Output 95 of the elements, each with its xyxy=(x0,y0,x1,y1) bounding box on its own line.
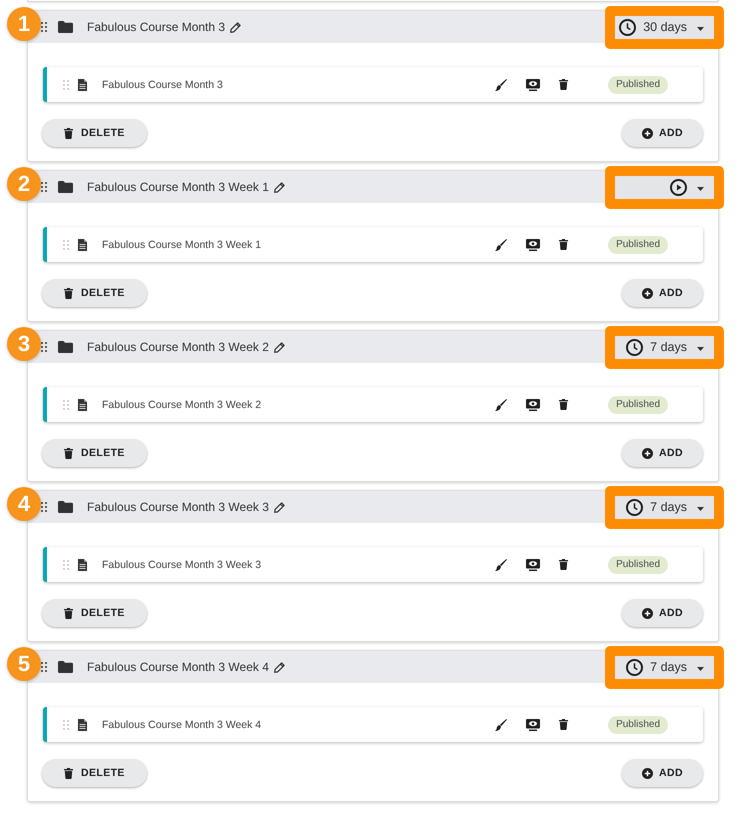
lesson-title: Fabulous Course Month 3 xyxy=(102,78,223,90)
folder-icon xyxy=(58,661,73,673)
pencil-icon[interactable] xyxy=(274,662,285,672)
duration-select[interactable]: 7 days xyxy=(615,336,714,358)
drag-handle-icon[interactable] xyxy=(63,240,69,250)
drag-handle-icon[interactable] xyxy=(63,400,69,410)
plus-circle-icon xyxy=(642,768,654,778)
folder-icon xyxy=(58,501,73,513)
trash-icon[interactable] xyxy=(559,559,568,570)
drag-handle-icon[interactable] xyxy=(63,80,69,90)
status-badge: Published xyxy=(608,556,668,574)
duration-select[interactable]: 7 days xyxy=(615,496,714,518)
monitor-eye-icon[interactable] xyxy=(526,78,540,90)
trash-icon[interactable] xyxy=(559,79,568,90)
callout-number: 3 xyxy=(7,327,41,361)
drag-handle-icon[interactable] xyxy=(41,662,47,672)
trash-icon xyxy=(64,608,73,618)
module-title: Fabulous Course Month 3 xyxy=(87,20,226,34)
trash-icon xyxy=(64,128,73,138)
folder-icon xyxy=(58,181,73,193)
play-circle-icon xyxy=(670,178,687,196)
plus-circle-icon xyxy=(642,608,654,618)
add-button[interactable]: ADD xyxy=(622,279,703,307)
callout-number: 4 xyxy=(7,487,41,521)
trash-icon xyxy=(64,768,73,778)
caret-icon xyxy=(697,666,704,670)
plus-circle-icon xyxy=(642,288,654,298)
lesson-title: Fabulous Course Month 3 Week 2 xyxy=(102,398,262,410)
module-title: Fabulous Course Month 3 Week 1 xyxy=(87,180,269,194)
module-title: Fabulous Course Month 3 Week 3 xyxy=(87,500,269,514)
monitor-eye-icon[interactable] xyxy=(526,238,540,250)
add-button[interactable]: ADD xyxy=(622,599,703,627)
duration-select[interactable]: 7 days xyxy=(615,656,714,678)
document-icon xyxy=(78,78,87,90)
monitor-eye-icon[interactable] xyxy=(526,398,540,410)
brush-icon[interactable] xyxy=(495,718,508,730)
callout-number: 1 xyxy=(7,7,41,41)
lesson-title: Fabulous Course Month 3 Week 1 xyxy=(102,238,262,250)
folder-icon xyxy=(58,341,73,353)
status-badge: Published xyxy=(608,236,668,254)
lesson-title: Fabulous Course Month 3 Week 3 xyxy=(102,558,262,570)
clock-icon xyxy=(626,658,644,676)
delete-button[interactable]: DELETE xyxy=(42,119,147,147)
brush-icon[interactable] xyxy=(495,558,508,570)
drag-handle-icon[interactable] xyxy=(63,560,69,570)
plus-circle-icon xyxy=(642,448,654,458)
drag-handle-icon[interactable] xyxy=(41,182,47,192)
clock-icon xyxy=(626,498,644,516)
callout-number: 5 xyxy=(7,647,41,681)
duration-select[interactable] xyxy=(615,176,714,198)
pencil-icon[interactable] xyxy=(274,342,285,352)
trash-icon[interactable] xyxy=(559,239,568,250)
status-badge: Published xyxy=(608,76,668,94)
callout-number: 2 xyxy=(7,167,41,201)
clock-icon xyxy=(619,18,636,36)
delete-button[interactable]: DELETE xyxy=(42,439,147,467)
caret-icon xyxy=(697,26,704,30)
caret-icon xyxy=(697,346,704,350)
document-icon xyxy=(78,718,87,730)
drag-handle-icon[interactable] xyxy=(41,502,47,512)
monitor-eye-icon[interactable] xyxy=(526,718,540,730)
trash-icon xyxy=(64,448,73,458)
status-badge: Published xyxy=(608,716,668,734)
trash-icon[interactable] xyxy=(559,399,568,410)
drag-handle-icon[interactable] xyxy=(63,720,69,730)
lesson-title: Fabulous Course Month 3 Week 4 xyxy=(102,718,262,730)
drag-handle-icon[interactable] xyxy=(41,22,47,32)
trash-icon xyxy=(64,288,73,298)
drag-handle-icon[interactable] xyxy=(41,342,47,352)
add-button[interactable]: ADD xyxy=(622,759,703,787)
add-button[interactable]: ADD xyxy=(622,439,703,467)
folder-icon xyxy=(58,21,73,33)
caret-icon xyxy=(697,506,704,510)
monitor-eye-icon[interactable] xyxy=(526,558,540,570)
plus-circle-icon xyxy=(642,128,654,138)
delete-button[interactable]: DELETE xyxy=(42,599,147,627)
caret-icon xyxy=(697,186,704,190)
document-icon xyxy=(78,558,87,570)
brush-icon[interactable] xyxy=(495,238,508,250)
add-button[interactable]: ADD xyxy=(622,119,703,147)
clock-icon xyxy=(626,338,644,356)
duration-select[interactable]: 30 days xyxy=(615,16,714,38)
document-icon xyxy=(78,238,87,250)
document-icon xyxy=(78,398,87,410)
pencil-icon[interactable] xyxy=(274,182,285,192)
module-title: Fabulous Course Month 3 Week 2 xyxy=(87,340,269,354)
brush-icon[interactable] xyxy=(495,78,508,90)
status-badge: Published xyxy=(608,396,668,414)
pencil-icon[interactable] xyxy=(274,502,285,512)
trash-icon[interactable] xyxy=(559,719,568,730)
brush-icon[interactable] xyxy=(495,398,508,410)
delete-button[interactable]: DELETE xyxy=(42,279,147,307)
pencil-icon[interactable] xyxy=(230,22,242,32)
module-title: Fabulous Course Month 3 Week 4 xyxy=(87,660,269,674)
delete-button[interactable]: DELETE xyxy=(42,759,147,787)
